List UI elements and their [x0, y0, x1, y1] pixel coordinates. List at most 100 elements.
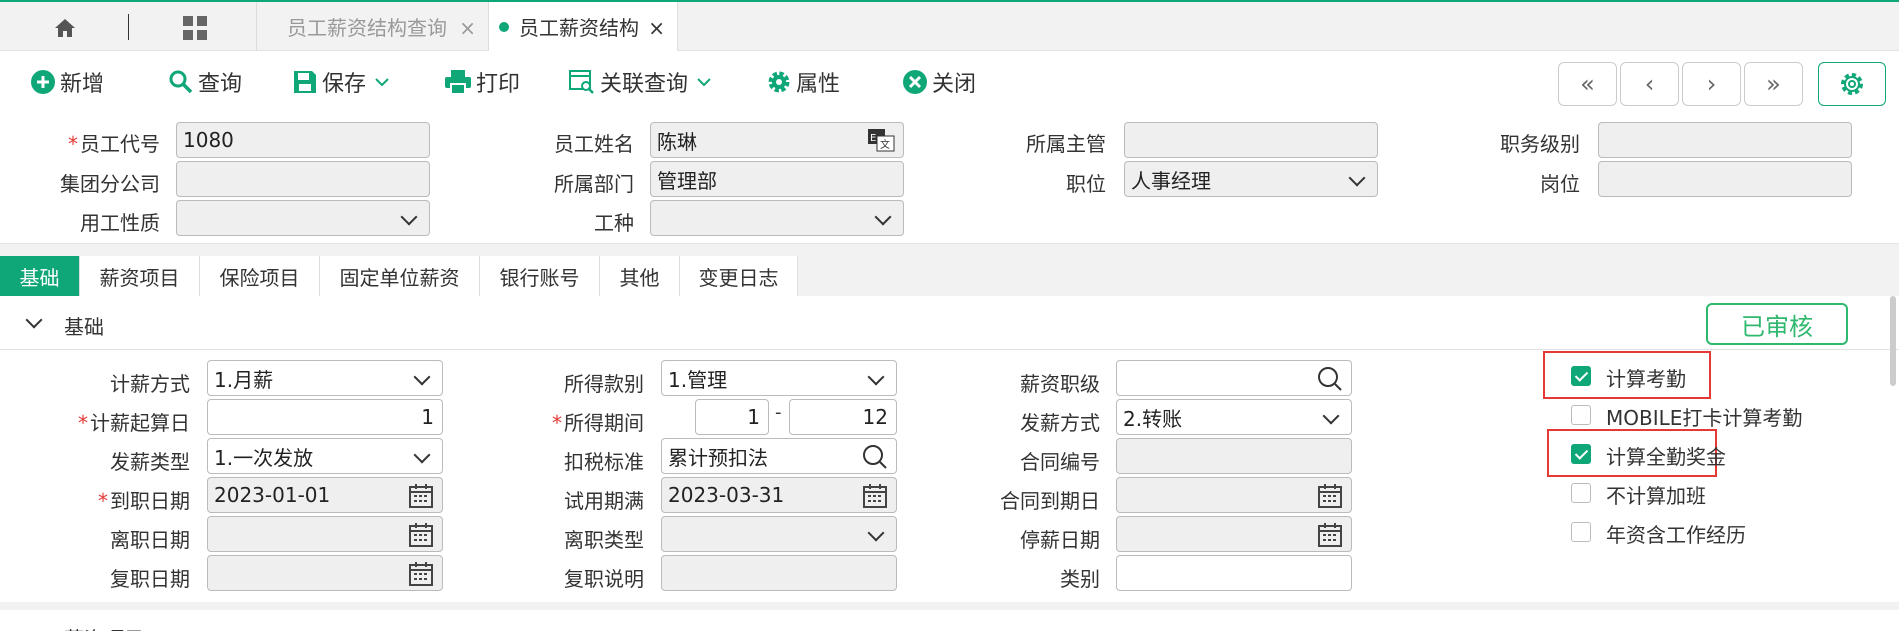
mobile-attendance-checkbox[interactable]	[1571, 405, 1591, 425]
chevron-down-icon[interactable]	[25, 311, 43, 329]
pay-method-select[interactable]: 1.月薪	[207, 360, 443, 396]
salary-grade-label: 薪资职级	[1020, 372, 1100, 396]
tab-bar: 员工薪资结构查询 × 员工薪资结构 ×	[0, 2, 1899, 51]
employ-type-select[interactable]	[176, 200, 430, 236]
tab-salary-items[interactable]: 薪资项目	[80, 256, 200, 296]
calc-attendance-checkbox[interactable]	[1571, 366, 1591, 386]
period-dash: -	[775, 402, 782, 423]
query-button[interactable]: 查询	[168, 66, 242, 98]
leave-date-field[interactable]	[207, 516, 443, 552]
position-select[interactable]: 人事经理	[1124, 161, 1378, 197]
tab-label: 员工薪资结构查询	[287, 16, 447, 40]
salary-grade-field[interactable]	[1116, 360, 1352, 396]
calendar-icon[interactable]	[1317, 483, 1343, 509]
properties-button[interactable]: 属性	[766, 66, 840, 98]
emp-name-field[interactable]: 陈琳 En 文	[650, 122, 904, 158]
work-type-select[interactable]	[650, 200, 904, 236]
emp-code-field[interactable]: 1080	[176, 122, 430, 158]
pay-kind-select[interactable]: 1.一次发放	[207, 438, 443, 474]
floppy-icon	[294, 71, 316, 93]
basic-section: 基础 已审核 计薪方式 1.月薪 * 计薪起算日 1 发薪类型 1.一次发放 * 到…	[0, 296, 1899, 602]
search-icon	[169, 70, 193, 94]
add-button[interactable]: 新增	[30, 66, 104, 98]
calendar-icon[interactable]	[408, 561, 434, 587]
stop-pay-field[interactable]	[1116, 516, 1352, 552]
no-overtime-label: 不计算加班	[1606, 484, 1706, 508]
close-icon[interactable]: ×	[648, 16, 665, 40]
tax-std-field[interactable]: 累计预扣法	[661, 438, 897, 474]
print-button[interactable]: 打印	[444, 66, 520, 98]
search-icon[interactable]	[1317, 366, 1343, 392]
gear-icon	[768, 71, 790, 93]
calendar-icon[interactable]	[1317, 522, 1343, 548]
app-grid-button[interactable]	[170, 14, 220, 42]
rejoin-note-field[interactable]	[661, 555, 897, 591]
mobile-attendance-label: MOBILE打卡计算考勤	[1606, 406, 1803, 430]
grid-icon	[183, 16, 207, 40]
branch-field[interactable]	[176, 161, 430, 197]
tax-std-label: 扣税标准	[564, 450, 644, 474]
tab-change-log[interactable]: 变更日志	[680, 256, 798, 296]
tab-salary-structure[interactable]: 员工薪资结构 ×	[488, 2, 678, 51]
dept-field[interactable]: 管理部	[650, 161, 904, 197]
income-period-to[interactable]: 12	[789, 399, 897, 435]
window-search-icon	[569, 70, 594, 94]
close-button[interactable]: 关闭	[902, 66, 976, 98]
calendar-icon[interactable]	[408, 522, 434, 548]
tab-bank-account[interactable]: 银行账号	[480, 256, 600, 296]
home-button[interactable]	[40, 14, 90, 42]
leave-type-select[interactable]	[661, 516, 897, 552]
plus-circle-icon	[31, 70, 55, 94]
no-overtime-checkbox[interactable]	[1571, 483, 1591, 503]
rejoin-date-field[interactable]	[207, 555, 443, 591]
settings-button[interactable]	[1818, 62, 1886, 106]
join-date-label: * 到职日期	[98, 489, 190, 513]
save-button[interactable]: 保存	[292, 66, 394, 98]
supervisor-field[interactable]	[1124, 122, 1378, 158]
calendar-icon[interactable]	[862, 483, 888, 509]
tab-basic[interactable]: 基础	[0, 256, 80, 296]
contract-no-field[interactable]	[1116, 438, 1352, 474]
contract-end-field[interactable]	[1116, 477, 1352, 513]
first-record-button[interactable]: «	[1558, 62, 1617, 106]
post-field[interactable]	[1598, 161, 1852, 197]
join-date-field[interactable]: 2023-01-01	[207, 477, 443, 513]
section-header[interactable]: 基础 已审核	[0, 296, 1899, 350]
link-query-button[interactable]: 关联查询	[568, 66, 716, 98]
language-switch-icon[interactable]: En文	[867, 128, 895, 152]
chevron-down-icon[interactable]	[696, 76, 712, 88]
income-type-select[interactable]: 1.管理	[661, 360, 897, 396]
dept-label: 所属部门	[554, 172, 634, 196]
active-dot-icon	[499, 21, 509, 32]
full-attendance-bonus-label: 计算全勤奖金	[1606, 445, 1726, 469]
toolbar: 新增 查询 保存 打印 关联查询 属性 关闭 « ‹ › »	[0, 52, 1899, 112]
income-period-from[interactable]: 1	[695, 399, 769, 435]
last-record-button[interactable]: »	[1744, 62, 1803, 106]
rejoin-note-label: 复职说明	[564, 567, 644, 591]
tab-insurance-items[interactable]: 保险项目	[200, 256, 320, 296]
emp-name-label: 员工姓名	[554, 132, 634, 156]
tab-fixed-unit-salary[interactable]: 固定单位薪资	[320, 256, 480, 296]
branch-label: 集团分公司	[60, 172, 160, 196]
scrollbar[interactable]	[1890, 296, 1896, 386]
full-attendance-bonus-checkbox[interactable]	[1571, 444, 1591, 464]
probation-label: 试用期满	[564, 489, 644, 513]
close-circle-icon	[903, 70, 927, 94]
next-record-button[interactable]: ›	[1682, 62, 1741, 106]
pay-start-field[interactable]: 1	[207, 399, 443, 435]
pay-way-select[interactable]: 2.转账	[1116, 399, 1352, 435]
search-icon[interactable]	[862, 444, 888, 470]
tab-other[interactable]: 其他	[600, 256, 680, 296]
gear-icon	[1841, 73, 1863, 95]
prev-record-button[interactable]: ‹	[1620, 62, 1679, 106]
probation-field[interactable]: 2023-03-31	[661, 477, 897, 513]
category-field[interactable]	[1116, 555, 1352, 591]
close-icon[interactable]: ×	[459, 16, 476, 40]
calendar-icon[interactable]	[408, 483, 434, 509]
chevron-down-icon[interactable]	[374, 76, 390, 88]
section-gap	[0, 602, 1899, 610]
tab-salary-structure-query[interactable]: 员工薪资结构查询 ×	[256, 2, 488, 51]
seniority-experience-checkbox[interactable]	[1571, 522, 1591, 542]
next-section-header[interactable]: 薪资项目	[0, 610, 1899, 631]
duty-level-field[interactable]	[1598, 122, 1852, 158]
